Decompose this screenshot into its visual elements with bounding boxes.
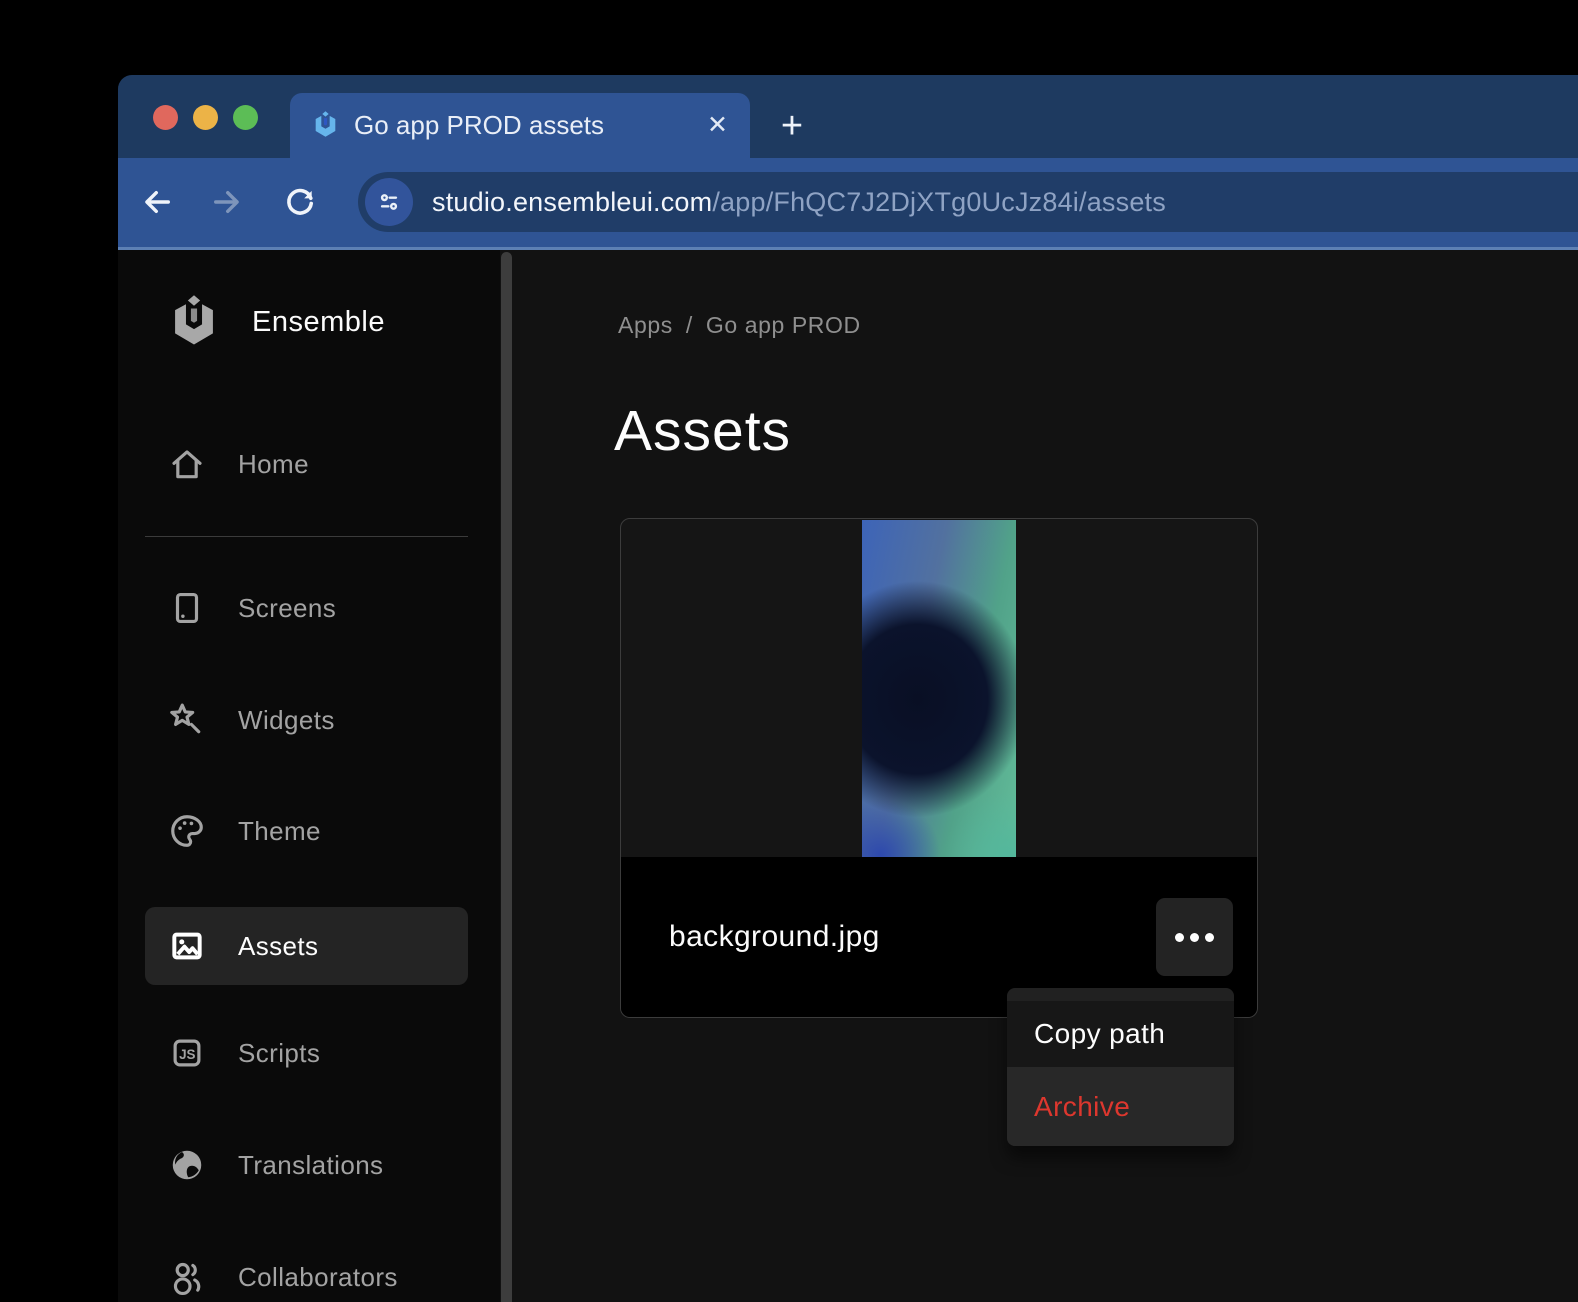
sidebar: Ensemble Home Screens (118, 250, 500, 1302)
more-options-button[interactable] (1156, 898, 1233, 976)
sidebar-item-assets[interactable]: Assets (168, 918, 484, 974)
ensemble-logo-icon (168, 294, 220, 350)
ensemble-favicon-icon (312, 111, 339, 141)
more-options-icon (1175, 933, 1184, 942)
browser-tab[interactable]: Go app PROD assets ✕ (290, 93, 750, 158)
screens-icon (168, 589, 206, 627)
assets-icon (168, 927, 206, 965)
asset-card[interactable]: background.jpg (620, 518, 1258, 1018)
breadcrumb: Apps / Go app PROD (618, 312, 861, 339)
tab-close-icon[interactable]: ✕ (707, 113, 728, 138)
window-minimize-button[interactable] (193, 105, 218, 130)
main-content: Apps / Go app PROD Assets background.jpg… (512, 250, 1578, 1302)
sidebar-item-screens[interactable]: Screens (168, 580, 484, 636)
svg-text:JS: JS (179, 1047, 195, 1062)
sidebar-item-scripts[interactable]: JS Scripts (168, 1025, 484, 1081)
back-button[interactable] (135, 180, 179, 224)
collaborators-icon (168, 1258, 206, 1296)
forward-button[interactable] (205, 180, 249, 224)
brand-name: Ensemble (252, 306, 385, 339)
breadcrumb-apps[interactable]: Apps (618, 312, 673, 339)
home-icon (168, 445, 206, 483)
sidebar-item-collaborators[interactable]: Collaborators (168, 1249, 484, 1302)
window-close-button[interactable] (153, 105, 178, 130)
theme-icon (168, 812, 206, 850)
window-controls (153, 105, 258, 130)
forward-arrow-icon (209, 184, 245, 220)
window-maximize-button[interactable] (233, 105, 258, 130)
asset-thumbnail[interactable] (862, 520, 1016, 858)
url-host: studio.ensembleui.com (432, 187, 712, 217)
page-title: Assets (614, 398, 791, 464)
reload-icon (282, 184, 318, 220)
breadcrumb-app-name[interactable]: Go app PROD (706, 312, 861, 339)
sidebar-item-widgets[interactable]: Widgets (168, 692, 484, 748)
scripts-icon: JS (168, 1034, 206, 1072)
url-text: studio.ensembleui.com/app/FhQC7J2DjXTg0U… (432, 187, 1166, 218)
address-bar[interactable]: studio.ensembleui.com/app/FhQC7J2DjXTg0U… (358, 172, 1578, 232)
browser-toolbar: studio.ensembleui.com/app/FhQC7J2DjXTg0U… (118, 158, 1578, 250)
site-settings-button[interactable] (365, 178, 413, 226)
sidebar-item-theme[interactable]: Theme (168, 803, 484, 859)
asset-filename: background.jpg (669, 920, 880, 954)
url-path: /app/FhQC7J2DjXTg0UcJz84i/assets (712, 187, 1166, 217)
sidebar-item-home[interactable]: Home (168, 436, 484, 492)
sidebar-item-translations[interactable]: Translations (168, 1137, 484, 1193)
app-area: Ensemble Home Screens (118, 250, 1578, 1302)
tab-title: Go app PROD assets (354, 110, 604, 141)
browser-window: Go app PROD assets ✕ + (118, 75, 1578, 1302)
tune-icon (376, 189, 402, 215)
sidebar-divider (145, 536, 468, 537)
reload-button[interactable] (278, 180, 322, 224)
sidebar-scrollbar[interactable] (501, 252, 512, 1302)
back-arrow-icon (139, 184, 175, 220)
breadcrumb-separator: / (686, 312, 693, 339)
asset-context-menu: Copy path Archive (1007, 988, 1234, 1146)
menu-item-copy-path[interactable]: Copy path (1007, 1001, 1234, 1067)
translations-icon (168, 1146, 206, 1184)
new-tab-button[interactable]: + (760, 97, 824, 155)
brand-header[interactable]: Ensemble (168, 294, 484, 350)
widgets-icon (168, 701, 206, 739)
tab-strip: Go app PROD assets ✕ + (118, 75, 1578, 158)
menu-item-archive[interactable]: Archive (1007, 1067, 1234, 1146)
